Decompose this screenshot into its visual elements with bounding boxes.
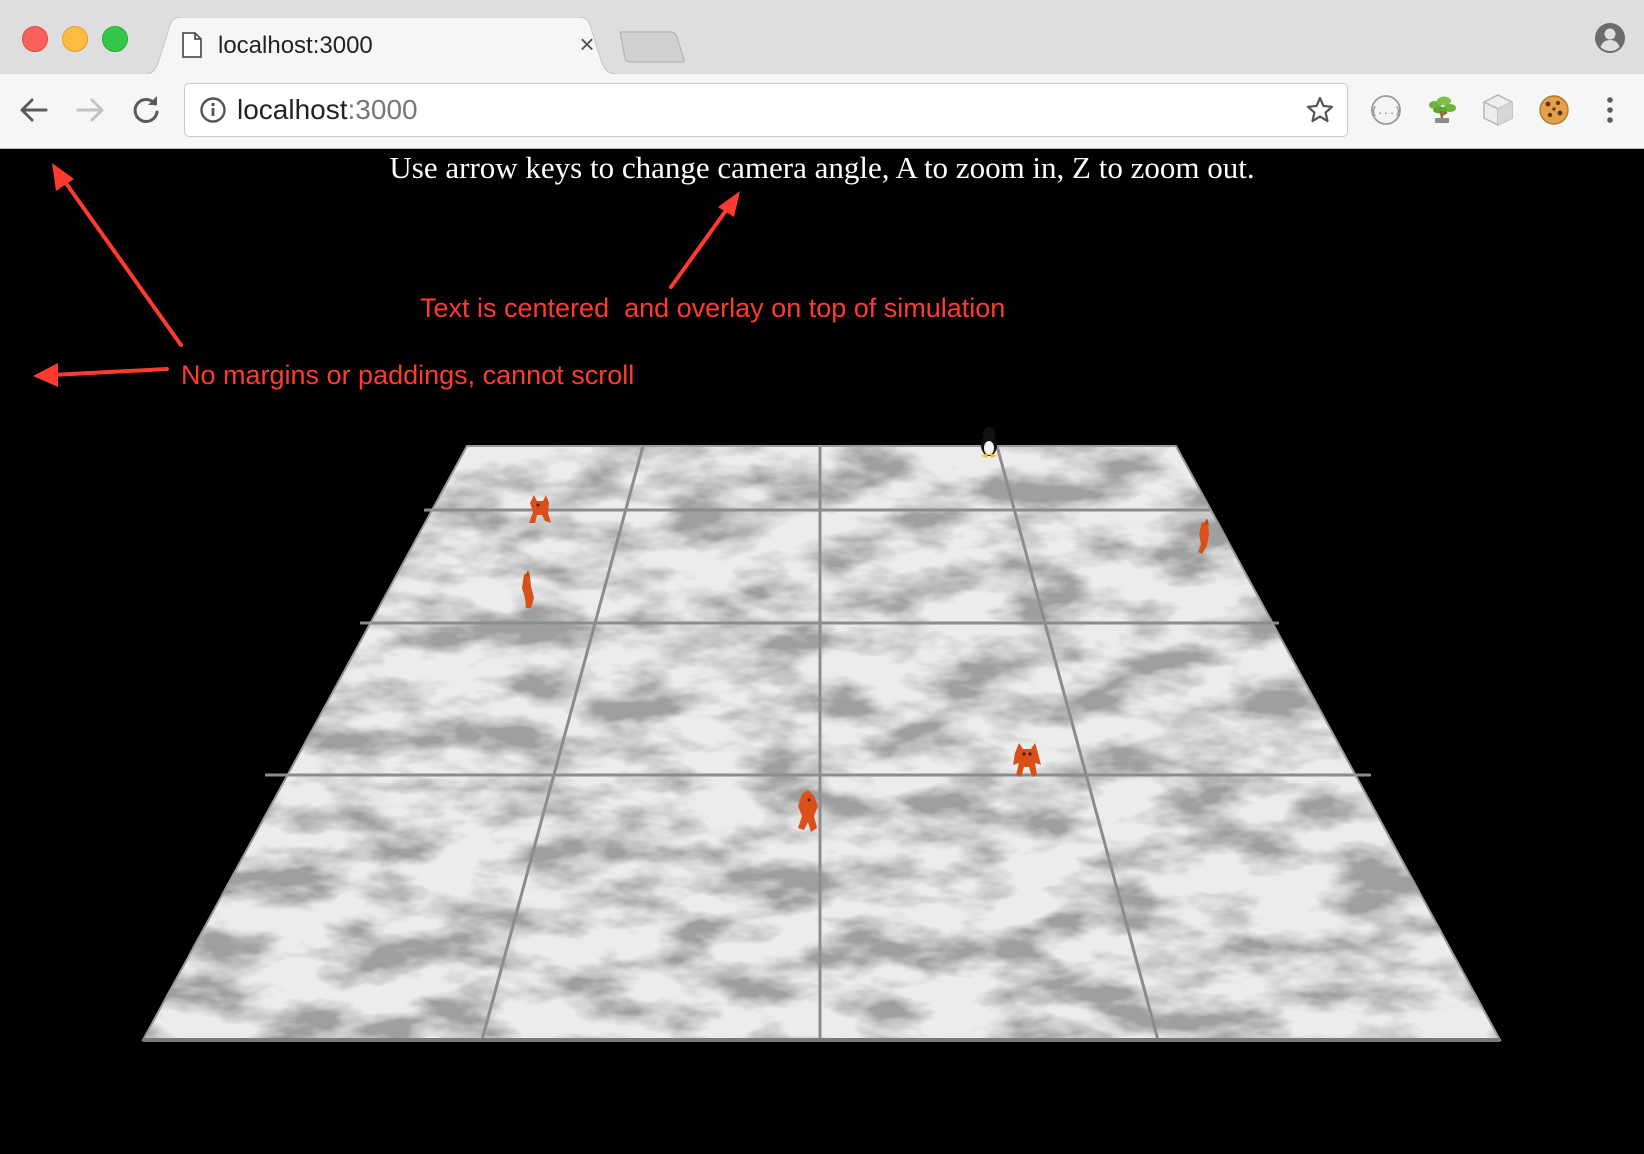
kebab-menu-icon[interactable] <box>1592 92 1628 128</box>
tab-localhost[interactable]: localhost:3000 × <box>140 17 624 75</box>
cookie-icon[interactable] <box>1536 92 1572 128</box>
close-tab-icon[interactable]: × <box>572 29 602 59</box>
arrow-to-left-edge <box>50 367 169 377</box>
browser-window: localhost:3000 × localhost:3000 {...} Us… <box>0 0 1644 1154</box>
url-port: :3000 <box>347 94 418 125</box>
star-icon[interactable] <box>1305 95 1335 125</box>
svg-text:{...}: {...} <box>1371 106 1401 117</box>
url-text: localhost:3000 <box>237 94 418 126</box>
url-host: localhost <box>237 94 348 125</box>
marble-floor <box>141 445 1502 1042</box>
forward-arrow-icon[interactable] <box>72 92 108 128</box>
reload-icon[interactable] <box>128 92 164 128</box>
close-window-button[interactable] <box>22 26 48 52</box>
arrowhead-icon <box>33 363 58 387</box>
arrow-to-instructions <box>669 203 732 289</box>
arrow-to-top-left <box>61 177 183 347</box>
new-tab-button[interactable] <box>618 30 688 64</box>
info-icon[interactable] <box>199 96 227 124</box>
annotation-margin-note: No margins or paddings, cannot scroll <box>181 360 635 390</box>
annotation-arrows <box>33 163 740 387</box>
json-formatter-icon[interactable]: {...} <box>1368 92 1404 128</box>
profile-icon[interactable] <box>1594 22 1626 54</box>
back-arrow-icon[interactable] <box>16 92 52 128</box>
instructions-overlay: Use arrow keys to change camera angle, A… <box>389 150 1255 185</box>
minimize-window-button[interactable] <box>62 26 88 52</box>
document-icon <box>182 32 202 58</box>
tab-shape <box>140 17 624 75</box>
tab-title: localhost:3000 <box>218 32 373 59</box>
cube-icon[interactable] <box>1480 92 1516 128</box>
arrowhead-icon <box>718 191 740 217</box>
tab-strip: localhost:3000 × <box>0 0 1644 75</box>
annotation-centered-note: Text is centered and overlay on top of s… <box>420 293 1006 323</box>
page-content[interactable]: Use arrow keys to change camera angle, A… <box>0 149 1644 1154</box>
browser-toolbar: localhost:3000 {...} <box>0 74 1644 149</box>
bonsai-tree-icon[interactable] <box>1424 92 1460 128</box>
maximize-window-button[interactable] <box>102 26 128 52</box>
address-bar[interactable]: localhost:3000 <box>184 83 1348 137</box>
